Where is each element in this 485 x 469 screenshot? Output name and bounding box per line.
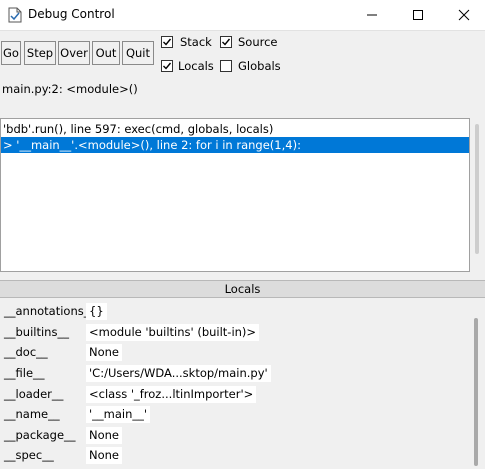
locals-checkbox[interactable] bbox=[161, 60, 173, 72]
minimize-button[interactable] bbox=[349, 0, 395, 30]
locals-header: Locals bbox=[0, 280, 485, 298]
close-button[interactable] bbox=[441, 0, 485, 30]
source-checkbox-label: Source bbox=[238, 35, 278, 49]
var-name: __package__ bbox=[4, 428, 76, 442]
title-bar: Debug Control bbox=[0, 0, 485, 31]
checkmark-icon bbox=[163, 38, 172, 46]
stack-scrollbar-thumb[interactable] bbox=[475, 124, 479, 254]
locals-checkbox-label: Locals bbox=[178, 59, 214, 73]
var-value[interactable]: {} bbox=[86, 303, 107, 320]
var-name: __builtins__ bbox=[4, 325, 69, 339]
app-icon bbox=[8, 7, 22, 23]
over-button[interactable]: Over bbox=[58, 41, 90, 65]
checkmark-icon bbox=[163, 62, 172, 70]
globals-checkbox[interactable] bbox=[220, 60, 232, 72]
go-button[interactable]: Go bbox=[1, 41, 21, 65]
quit-button[interactable]: Quit bbox=[122, 41, 154, 65]
var-value[interactable]: '__main__' bbox=[86, 406, 151, 423]
var-value[interactable]: None bbox=[86, 447, 123, 464]
stack-frame-row[interactable]: 'bdb'.run(), line 597: exec(cmd, globals… bbox=[1, 121, 469, 137]
var-value[interactable]: None bbox=[86, 344, 123, 361]
var-name: __annotations__ bbox=[4, 304, 96, 318]
locals-panel: __annotations__ {} __builtins__ <module … bbox=[0, 298, 470, 469]
var-name: __file__ bbox=[4, 366, 45, 380]
locals-scrollbar[interactable] bbox=[474, 318, 478, 466]
globals-checkbox-label: Globals bbox=[238, 59, 281, 73]
var-name: __doc__ bbox=[4, 345, 48, 359]
stack-checkbox-label: Stack bbox=[180, 35, 212, 49]
out-button[interactable]: Out bbox=[92, 41, 120, 65]
source-checkbox[interactable] bbox=[220, 36, 232, 48]
var-value[interactable]: <module 'builtins' (built-in)> bbox=[86, 324, 260, 341]
stack-frame-row-selected[interactable]: > '__main__'.<module>(), line 2: for i i… bbox=[1, 137, 469, 153]
stack-list[interactable]: 'bdb'.run(), line 597: exec(cmd, globals… bbox=[0, 118, 470, 272]
var-value[interactable]: <class '_froz...ltinImporter'> bbox=[86, 386, 257, 403]
var-name: __name__ bbox=[4, 407, 60, 421]
var-value[interactable]: 'C:/Users/WDA...sktop/main.py' bbox=[86, 365, 271, 382]
checkmark-icon bbox=[222, 38, 231, 46]
stack-checkbox[interactable] bbox=[161, 36, 173, 48]
maximize-icon bbox=[413, 10, 423, 20]
var-name: __loader__ bbox=[4, 387, 64, 401]
minimize-icon bbox=[367, 14, 377, 16]
step-button[interactable]: Step bbox=[24, 41, 56, 65]
window-title: Debug Control bbox=[28, 7, 115, 21]
var-value[interactable]: None bbox=[86, 427, 123, 444]
close-icon bbox=[458, 9, 470, 21]
maximize-button[interactable] bbox=[395, 0, 441, 30]
status-line: main.py:2: <module>() bbox=[2, 82, 138, 96]
var-name: __spec__ bbox=[4, 448, 54, 462]
